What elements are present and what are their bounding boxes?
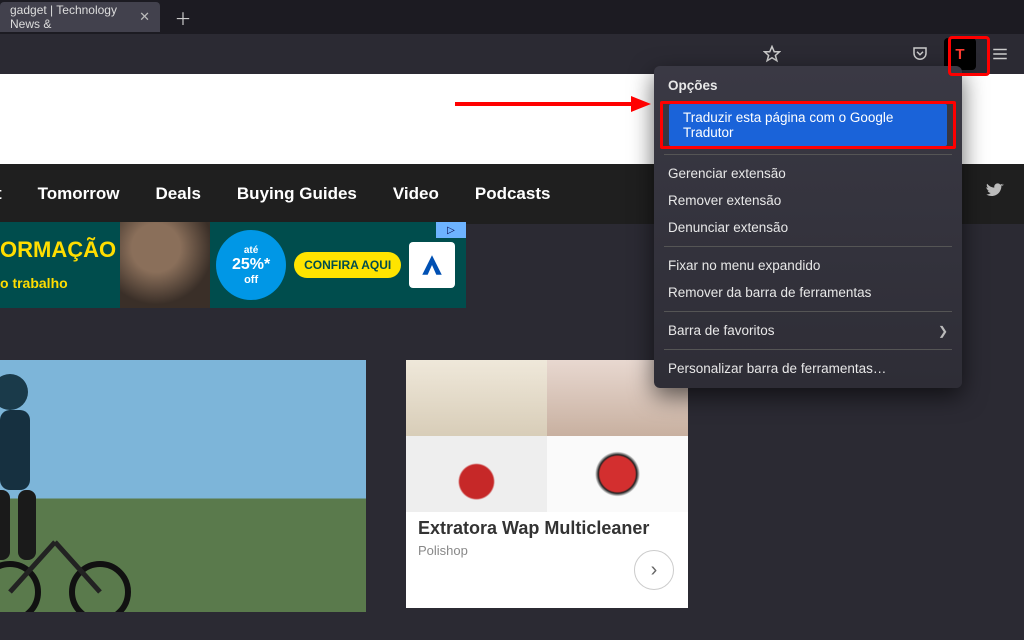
browser-tab[interactable]: gadget | Technology News & ✕ bbox=[0, 2, 160, 32]
menu-separator bbox=[664, 246, 952, 247]
nav-item[interactable]: Deals bbox=[156, 184, 201, 204]
nav-item[interactable]: t bbox=[0, 184, 2, 204]
menu-item-remove-extension[interactable]: Remover extensão bbox=[654, 187, 962, 214]
menu-item-report-extension[interactable]: Denunciar extensão bbox=[654, 214, 962, 241]
menu-item-translate[interactable]: Traduzir esta página com o Google Tradut… bbox=[669, 104, 947, 146]
ad-person-image bbox=[120, 222, 210, 308]
nav-item[interactable]: Video bbox=[393, 184, 439, 204]
adchoices-icon[interactable]: ▷ bbox=[436, 222, 466, 238]
ad-sub: o trabalho bbox=[0, 275, 116, 291]
hamburger-menu-icon[interactable] bbox=[984, 38, 1016, 70]
ad-cta-button[interactable]: CONFIRA AQUI bbox=[294, 252, 401, 278]
nav-item[interactable]: Podcasts bbox=[475, 184, 551, 204]
chevron-right-icon[interactable]: › bbox=[634, 550, 674, 590]
ad-discount-badge: até 25%* off bbox=[216, 230, 286, 300]
annotation-highlight-box: Traduzir esta página com o Google Tradut… bbox=[660, 101, 956, 149]
cyclist-illustration bbox=[0, 362, 140, 612]
article-hero-image[interactable] bbox=[0, 360, 366, 612]
chevron-right-icon: ❯ bbox=[938, 324, 948, 338]
ad-banner[interactable]: ORMAÇÃO o trabalho até 25%* off CONFIRA … bbox=[0, 222, 466, 308]
ad-logo-icon bbox=[419, 252, 445, 278]
tab-title: gadget | Technology News & bbox=[10, 3, 133, 31]
extension-context-menu: Opções Traduzir esta página com o Google… bbox=[654, 66, 962, 388]
menu-separator bbox=[664, 154, 952, 155]
menu-item-favorites-bar[interactable]: Barra de favoritos ❯ bbox=[654, 317, 962, 344]
menu-item-manage-extension[interactable]: Gerenciar extensão bbox=[654, 160, 962, 187]
close-icon[interactable]: ✕ bbox=[139, 9, 150, 25]
twitter-icon[interactable] bbox=[986, 183, 1004, 206]
nav-item[interactable]: Tomorrow bbox=[38, 184, 120, 204]
menu-header: Opções bbox=[654, 72, 962, 99]
menu-item-remove-toolbar[interactable]: Remover da barra de ferramentas bbox=[654, 279, 962, 306]
extension-letter: T bbox=[955, 46, 964, 63]
tab-strip: gadget | Technology News & ✕ ＋ bbox=[0, 0, 1024, 34]
ad-headline: ORMAÇÃO bbox=[0, 239, 116, 261]
ad-card[interactable]: Extratora Wap Multicleaner Polishop › ▷ bbox=[406, 360, 688, 608]
ad-product-images bbox=[406, 360, 688, 512]
menu-separator bbox=[664, 349, 952, 350]
nav-item[interactable]: Buying Guides bbox=[237, 184, 357, 204]
ad-card-title: Extratora Wap Multicleaner bbox=[406, 512, 688, 539]
new-tab-button[interactable]: ＋ bbox=[168, 2, 198, 32]
menu-item-pin-menu[interactable]: Fixar no menu expandido bbox=[654, 252, 962, 279]
menu-item-customize-toolbar[interactable]: Personalizar barra de ferramentas… bbox=[654, 355, 962, 382]
menu-separator bbox=[664, 311, 952, 312]
